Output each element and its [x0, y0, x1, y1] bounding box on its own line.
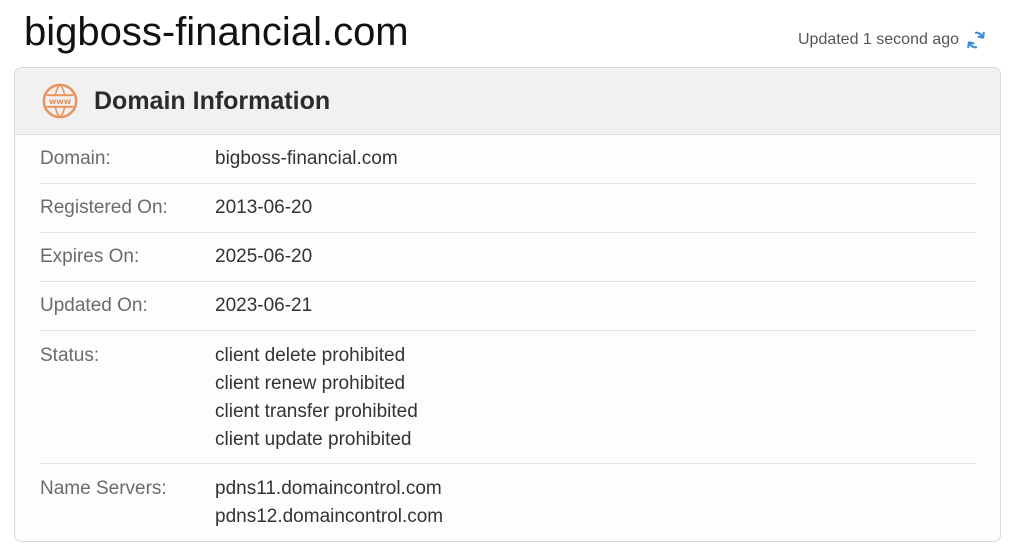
status-value: client renew prohibited: [215, 373, 406, 394]
row-value-list: pdns11.domaincontrol.com pdns12.domainco…: [215, 475, 443, 531]
svg-text:www: www: [49, 97, 72, 106]
last-updated: Updated 1 second ago: [798, 28, 987, 52]
www-icon: www: [42, 83, 78, 119]
row-value: 2013-06-20: [215, 197, 313, 218]
row-label: Domain:: [40, 148, 111, 169]
row-value: bigboss-financial.com: [215, 148, 398, 169]
name-server-value: pdns11.domaincontrol.com: [215, 478, 442, 499]
row-value: 2025-06-20: [215, 246, 313, 267]
status-value: client update prohibited: [215, 429, 412, 450]
row-updated-on: Updated On: 2023-06-21: [40, 282, 976, 331]
status-value: client transfer prohibited: [215, 401, 418, 422]
row-label: Name Servers:: [40, 478, 167, 499]
status-value: client delete prohibited: [215, 345, 406, 366]
row-value: 2023-06-21: [215, 295, 313, 316]
card-title: Domain Information: [94, 86, 331, 115]
row-label: Status:: [40, 345, 100, 366]
info-list: Domain: bigboss-financial.com Registered…: [15, 135, 1000, 540]
row-label: Expires On:: [40, 246, 140, 267]
name-server-value: pdns12.domaincontrol.com: [215, 506, 444, 527]
row-label: Updated On:: [40, 295, 148, 316]
row-value-list: client delete prohibited client renew pr…: [215, 342, 418, 454]
row-expires-on: Expires On: 2025-06-20: [40, 233, 976, 282]
row-name-servers: Name Servers: pdns11.domaincontrol.com p…: [40, 464, 976, 540]
row-registered-on: Registered On: 2013-06-20: [40, 184, 976, 233]
last-updated-text: Updated 1 second ago: [797, 31, 959, 48]
row-domain: Domain: bigboss-financial.com: [40, 135, 976, 184]
card-header: www Domain Information: [15, 68, 1000, 135]
refresh-icon[interactable]: [965, 29, 987, 51]
page-title: bigboss-financial.com: [24, 10, 409, 54]
domain-information-card: www Domain Information Domain: bigboss-f…: [14, 67, 1001, 542]
row-label: Registered On:: [40, 197, 168, 218]
row-status: Status: client delete prohibited client …: [40, 331, 976, 464]
page: bigboss-financial.com Updated 1 second a…: [0, 0, 1015, 550]
